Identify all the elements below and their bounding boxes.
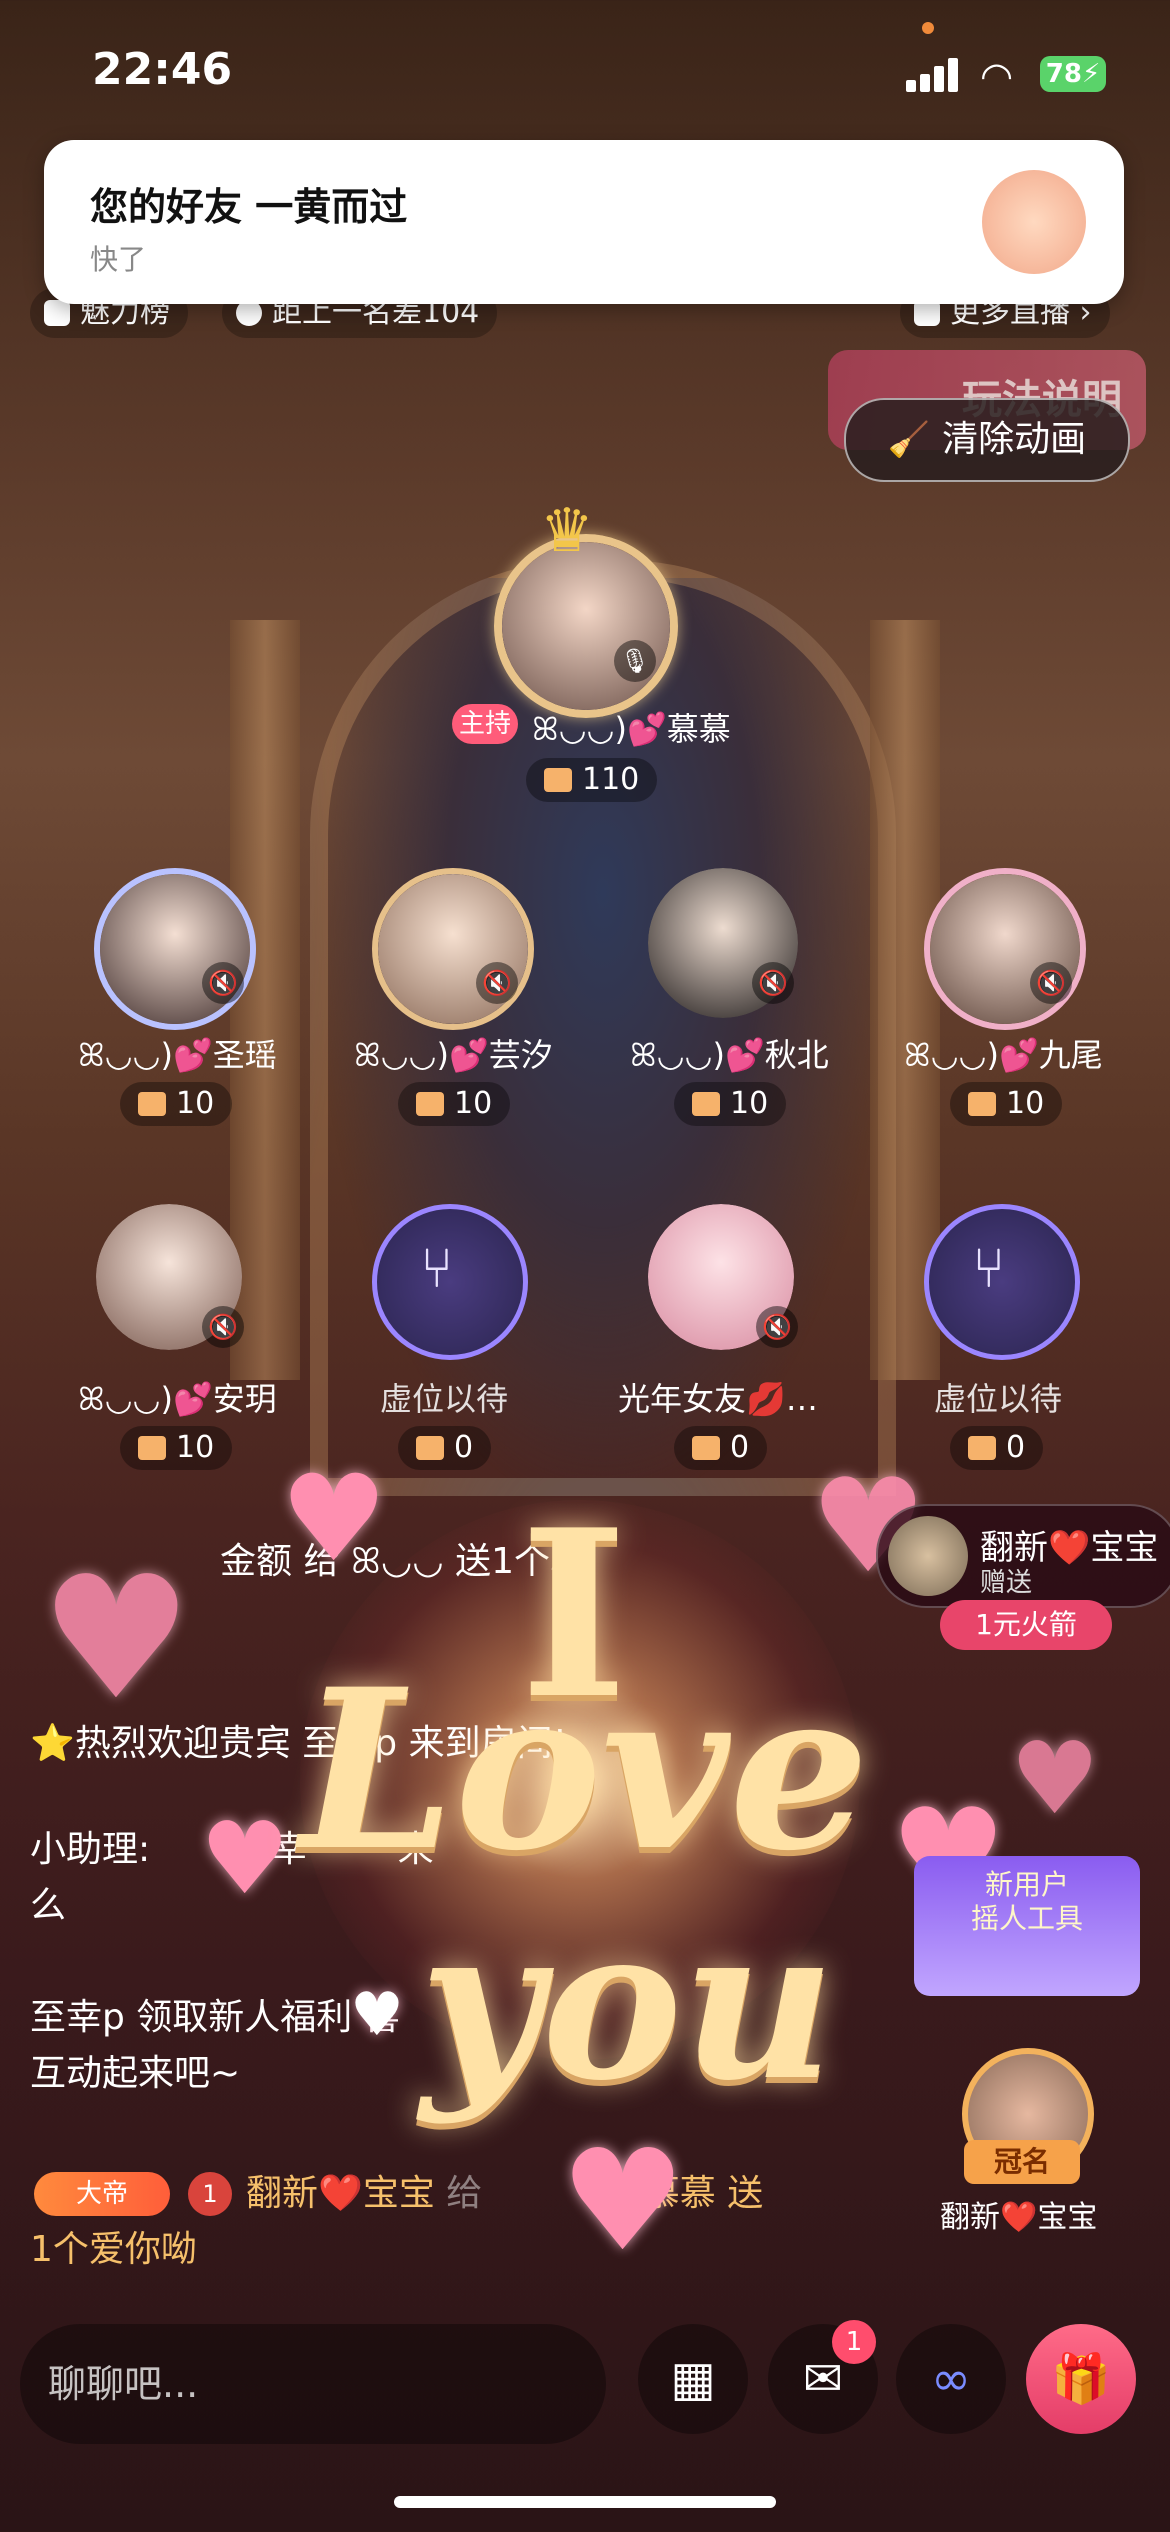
seat-name-8: 虚位以待	[934, 1380, 1063, 1418]
mic-muted-icon: 🔇	[752, 962, 794, 1004]
gift-action: 赠送	[980, 1568, 1033, 1598]
seat-avatar-2[interactable]	[372, 868, 534, 1030]
chat-input[interactable]: 聊聊吧...	[20, 2324, 606, 2444]
host-name: ꕤ◡◡)💕慕慕	[532, 710, 731, 748]
seat-gift-count-1: 10	[120, 1082, 233, 1126]
crown-icon: ♛	[540, 496, 594, 566]
host-avatar[interactable]	[502, 542, 670, 710]
seat-name-1: ꕤ◡◡)💕圣瑶	[78, 1036, 277, 1074]
sponsor-name: 翻新❤️宝宝	[940, 2200, 1098, 2235]
sponsor-tag: 冠名	[964, 2140, 1080, 2184]
apps-button[interactable]: ▦	[638, 2324, 748, 2434]
privacy-indicator	[922, 22, 934, 34]
seat-gift-count-7: 0	[674, 1426, 768, 1470]
gift-box-icon	[968, 1436, 996, 1460]
grid-icon: ▦	[670, 2351, 716, 2407]
seat-gift-count-3: 10	[674, 1082, 787, 1126]
seat-gift-count-4: 10	[950, 1082, 1063, 1126]
heart-decoration: ♥	[350, 1980, 404, 2050]
gift-name-tag: 1元火箭	[940, 1600, 1112, 1650]
mic-muted-icon: 🔇	[756, 1306, 798, 1348]
link-mic-button[interactable]: ∞	[896, 2324, 1006, 2434]
friend-notification-banner[interactable]: 您的好友 一黄而过 快了	[44, 140, 1124, 304]
seat-avatar-1[interactable]	[94, 868, 256, 1030]
seat-name-3: ꕤ◡◡)💕秋北	[630, 1036, 829, 1074]
gift-box-icon	[692, 1436, 720, 1460]
gift-box-icon	[416, 1092, 444, 1116]
gift-notification[interactable]: 翻新❤️宝宝 赠送	[876, 1504, 1170, 1608]
trophy-icon	[44, 300, 70, 326]
mic-icon: 🎙	[614, 640, 656, 682]
vip-badge: 大帝	[34, 2172, 170, 2216]
sender-avatar	[888, 1516, 968, 1596]
clear-animation-label: 清除动画	[942, 419, 1087, 460]
heart-decoration: ♥	[40, 1540, 193, 1738]
seat-name-5: ꕤ◡◡)💕安玥	[78, 1380, 277, 1418]
seat-gift-count-8: 0	[950, 1426, 1044, 1470]
unread-badge: 1	[832, 2320, 876, 2364]
seat-gift-count-5: 10	[120, 1426, 233, 1470]
notification-title: 您的好友 一黄而过	[90, 185, 408, 229]
status-bar: 22:46 ◠ 78⚡	[0, 0, 1170, 140]
heart-decoration: ♥	[280, 1450, 388, 1589]
gift-box-icon	[416, 1436, 444, 1460]
status-time: 22:46	[92, 44, 233, 95]
notification-subtitle: 快了	[90, 243, 147, 276]
gift-box-icon	[544, 768, 572, 792]
gift-box-icon	[138, 1092, 166, 1116]
chair-icon: ⑂	[420, 1236, 454, 1301]
gift-box-icon	[138, 1436, 166, 1460]
seat-name-6: 虚位以待	[380, 1380, 509, 1418]
chat-message: 至幸p 领取新人福利 喜互动起来吧~	[30, 1997, 400, 2094]
mic-muted-icon: 🔇	[476, 962, 518, 1004]
promo-label: 新用户 摇人工具	[970, 1868, 1083, 1935]
chair-icon: ⑂	[972, 1236, 1006, 1301]
heart-decoration: ♥	[560, 2120, 686, 2283]
home-indicator	[394, 2496, 776, 2508]
seat-name-7: 光年女友💋…	[618, 1380, 818, 1418]
mic-muted-icon: 🔇	[202, 1306, 244, 1348]
heart-decoration: ♥	[1010, 1720, 1100, 1837]
message-icon: ✉	[802, 2351, 844, 2407]
new-user-promo-button[interactable]: 新用户 摇人工具	[914, 1856, 1140, 1996]
level-badge: 1	[188, 2172, 232, 2216]
wifi-icon: ◠	[980, 54, 1014, 98]
signal-icon	[906, 56, 962, 92]
gift-box-icon	[968, 1092, 996, 1116]
gift-button[interactable]: 🎁	[1026, 2324, 1136, 2434]
notification-avatar	[982, 170, 1086, 274]
gift-icon: 🎁	[1051, 2351, 1111, 2407]
host-gift-count: 110	[526, 758, 658, 802]
seat-gift-count-6: 0	[398, 1426, 492, 1470]
mic-muted-icon: 🔇	[1030, 962, 1072, 1004]
heart-decoration: ♥	[200, 1800, 290, 1917]
seat-avatar-4[interactable]	[924, 868, 1086, 1030]
battery-icon: 78⚡	[1040, 56, 1106, 92]
broom-icon: 🧹	[887, 420, 931, 460]
love-animation-love: Love	[300, 1640, 870, 1899]
love-animation-you: you	[420, 1880, 835, 2127]
seat-name-4: ꕤ◡◡)💕九尾	[904, 1036, 1103, 1074]
seat-name-2: ꕤ◡◡)💕芸汐	[354, 1036, 553, 1074]
host-tag: 主持	[452, 704, 518, 744]
link-icon: ∞	[931, 2351, 971, 2407]
seat-gift-count-2: 10	[398, 1082, 511, 1126]
mic-muted-icon: 🔇	[202, 962, 244, 1004]
clear-animation-button[interactable]: 🧹 清除动画	[844, 398, 1130, 482]
gift-box-icon	[692, 1092, 720, 1116]
